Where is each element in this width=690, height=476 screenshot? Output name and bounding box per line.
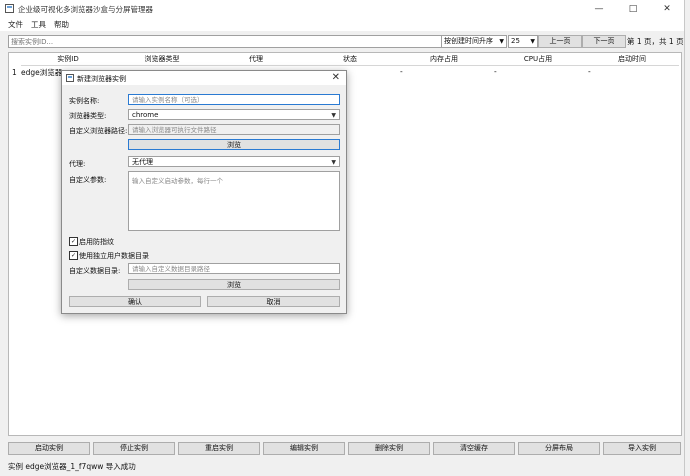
row-number: 1 <box>12 68 17 77</box>
dialog-app-icon <box>66 74 74 82</box>
status-message: 实例 edge浏览器_1_f7qww 导入成功 <box>8 462 136 471</box>
col-header-start[interactable]: 启动时间 <box>585 53 679 66</box>
cell-instance-id[interactable]: edge浏览器_ <box>21 67 66 78</box>
browse-datadir-button[interactable]: 浏览 <box>128 279 340 290</box>
menu-bar: 文件 工具 帮助 <box>0 18 684 31</box>
edit-instance-button[interactable]: 编辑实例 <box>263 442 345 455</box>
app-icon <box>5 4 14 13</box>
chevron-down-icon: ▼ <box>530 38 535 45</box>
chevron-down-icon: ▼ <box>331 112 336 119</box>
browser-type-label: 浏览器类型: <box>69 112 107 120</box>
name-label: 实例名称: <box>69 97 100 105</box>
chevron-down-icon: ▼ <box>331 159 336 166</box>
minimize-icon[interactable]: — <box>582 0 616 18</box>
dialog-close-icon[interactable]: ✕ <box>332 72 340 83</box>
search-input[interactable] <box>8 35 444 48</box>
page-size-select[interactable]: 25 ▼ <box>508 35 538 48</box>
confirm-button[interactable]: 确认 <box>69 296 201 307</box>
import-instance-button[interactable]: 导入实例 <box>603 442 681 455</box>
userdata-label: 使用独立用户数据目录 <box>79 252 149 260</box>
col-header-cpu[interactable]: CPU占用 <box>491 53 586 66</box>
dialog-title-bar: 新建浏览器实例 ✕ <box>62 71 346 85</box>
browser-type-select[interactable]: chrome ▼ <box>128 109 340 120</box>
maximize-icon[interactable]: □ <box>616 0 650 18</box>
browse-path-button[interactable]: 浏览 <box>128 139 340 150</box>
proxy-label: 代理: <box>69 160 86 168</box>
fingerprint-label: 启用防指纹 <box>79 238 114 246</box>
cancel-button[interactable]: 取消 <box>207 296 340 307</box>
stop-instance-button[interactable]: 停止实例 <box>93 442 175 455</box>
cell-cpu: - <box>588 67 591 76</box>
prev-page-button[interactable]: 上一页 <box>538 35 582 48</box>
name-input[interactable]: 请输入实例名称（可选） <box>128 94 340 105</box>
menu-file[interactable]: 文件 <box>8 19 23 30</box>
clear-cache-button[interactable]: 清空缓存 <box>433 442 515 455</box>
cell-memory: - <box>494 67 497 76</box>
restart-instance-button[interactable]: 重启实例 <box>178 442 260 455</box>
fingerprint-checkbox[interactable]: ✓ <box>69 237 78 246</box>
col-header-memory[interactable]: 内存占用 <box>397 53 492 66</box>
custom-args-textarea[interactable]: 输入自定义启动参数，每行一个 <box>128 171 340 231</box>
sort-select-value: 按创建时间升序 <box>444 37 493 45</box>
status-bar: 实例 edge浏览器_1_f7qww 导入成功 <box>0 459 684 471</box>
cell-status: - <box>400 67 403 76</box>
page-info: 第 1 页，共 1 页 <box>627 37 684 46</box>
col-header-browser[interactable]: 浏览器类型 <box>115 53 210 66</box>
menu-tools[interactable]: 工具 <box>31 19 46 30</box>
datadir-label: 自定义数据目录: <box>69 267 121 275</box>
col-header-id[interactable]: 实例ID <box>21 53 116 66</box>
browser-path-input[interactable]: 请输入浏览器可执行文件路径 <box>128 124 340 135</box>
start-instance-button[interactable]: 启动实例 <box>8 442 90 455</box>
custom-args-label: 自定义参数: <box>69 176 107 184</box>
next-page-button[interactable]: 下一页 <box>582 35 626 48</box>
chevron-down-icon: ▼ <box>499 38 504 45</box>
menu-help[interactable]: 帮助 <box>54 19 69 30</box>
window-title: 企业级可视化多浏览器沙盒与分屏管理器 <box>18 5 153 14</box>
col-header-proxy[interactable]: 代理 <box>209 53 304 66</box>
browser-path-label: 自定义浏览器路径: <box>69 127 128 135</box>
sort-select[interactable]: 按创建时间升序 ▼ <box>441 35 507 48</box>
datadir-input[interactable]: 请输入自定义数据目录路径 <box>128 263 340 274</box>
proxy-value: 无代理 <box>132 158 153 166</box>
dialog-title: 新建浏览器实例 <box>77 75 126 83</box>
browser-type-value: chrome <box>132 111 159 119</box>
userdata-checkbox[interactable]: ✓ <box>69 251 78 260</box>
new-instance-dialog: 新建浏览器实例 ✕ 实例名称: 请输入实例名称（可选） 浏览器类型: chrom… <box>61 70 347 314</box>
page-size-value: 25 <box>511 37 520 45</box>
title-bar: 企业级可视化多浏览器沙盒与分屏管理器 — □ ✕ <box>0 0 684 18</box>
col-header-status[interactable]: 状态 <box>303 53 398 66</box>
delete-instance-button[interactable]: 删除实例 <box>348 442 430 455</box>
close-icon[interactable]: ✕ <box>650 0 684 18</box>
proxy-select[interactable]: 无代理 ▼ <box>128 156 340 167</box>
split-layout-button[interactable]: 分屏布局 <box>518 442 600 455</box>
